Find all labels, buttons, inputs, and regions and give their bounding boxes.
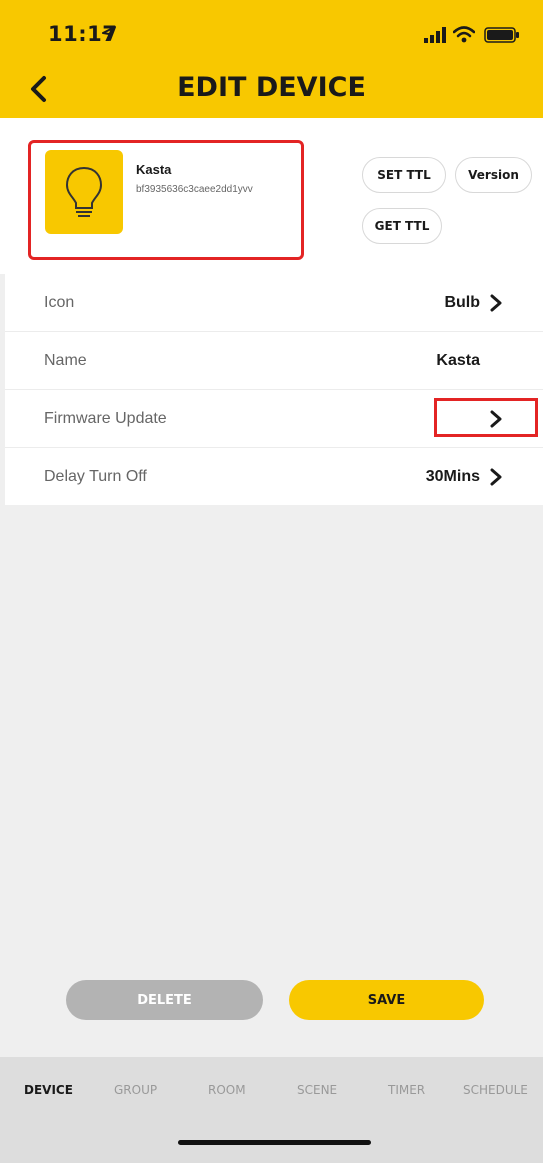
- chevron-right-icon: [490, 294, 502, 311]
- setting-value: 30Mins: [425, 467, 480, 485]
- tab-room[interactable]: ROOM: [208, 1083, 246, 1097]
- setting-row-name[interactable]: Name Kasta: [5, 332, 543, 390]
- home-indicator: [178, 1140, 371, 1145]
- set-ttl-button[interactable]: SET TTL: [362, 157, 446, 193]
- settings-list: Icon Bulb Name Kasta Firmware Update Del…: [5, 274, 543, 505]
- chevron-right-icon: [490, 468, 502, 485]
- setting-label: Delay Turn Off: [44, 467, 147, 485]
- tab-scene[interactable]: SCENE: [297, 1083, 337, 1097]
- version-button[interactable]: Version: [455, 157, 532, 193]
- setting-label: Firmware Update: [44, 409, 167, 427]
- tab-bar: [0, 1057, 543, 1163]
- tab-group[interactable]: GROUP: [114, 1083, 157, 1097]
- tab-schedule[interactable]: SCHEDULE: [463, 1083, 528, 1097]
- setting-value: Kasta: [436, 351, 480, 369]
- delete-button[interactable]: DELETE: [66, 980, 263, 1020]
- setting-value: Bulb: [444, 293, 480, 311]
- setting-label: Name: [44, 351, 87, 369]
- setting-row-icon[interactable]: Icon Bulb: [5, 274, 543, 332]
- status-icons: [0, 2, 79, 28]
- signal-icon: [424, 27, 446, 43]
- wifi-icon: [453, 26, 475, 43]
- firmware-highlight-box: [434, 398, 538, 437]
- setting-row-delay-turn-off[interactable]: Delay Turn Off 30Mins: [5, 448, 543, 505]
- battery-icon: [484, 27, 519, 43]
- device-highlight-box: [28, 140, 304, 260]
- tab-timer[interactable]: TIMER: [388, 1083, 425, 1097]
- get-ttl-button[interactable]: GET TTL: [362, 208, 442, 244]
- save-button[interactable]: SAVE: [289, 980, 484, 1020]
- tab-device[interactable]: DEVICE: [24, 1083, 73, 1097]
- setting-label: Icon: [44, 293, 75, 311]
- location-icon: [102, 26, 116, 41]
- page-title: EDIT DEVICE: [177, 72, 366, 103]
